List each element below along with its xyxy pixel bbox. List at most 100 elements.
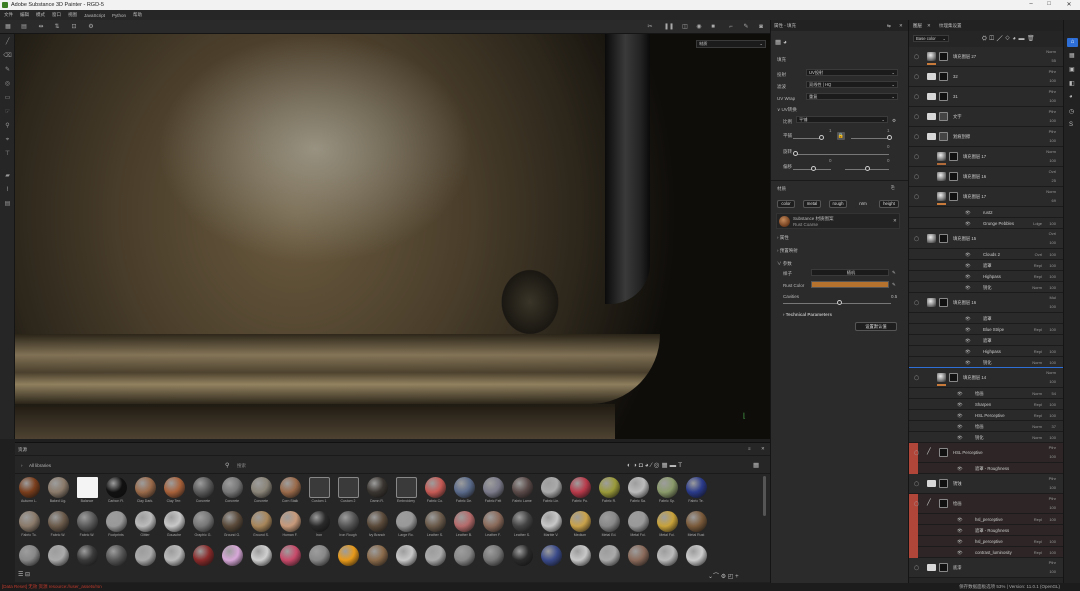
shader-icon[interactable]: ◧	[1069, 80, 1075, 87]
fill-tab-icons[interactable]: ▦ ◕	[775, 38, 787, 46]
layer-blend-mode[interactable]: Pthr	[1049, 109, 1056, 114]
tab-close-icon[interactable]: ✕	[927, 23, 931, 29]
material-thumbnail[interactable]	[222, 477, 243, 498]
layer-opacity[interactable]: 100	[1049, 413, 1056, 418]
material-thumbnail[interactable]	[396, 511, 417, 532]
visibility-toggle-icon[interactable]: ◯	[914, 194, 919, 200]
layer-effect-row[interactable]: 👁 遮罩	[909, 335, 1063, 346]
material-thumbnail[interactable]	[193, 477, 214, 498]
layer-blend-mode[interactable]: Norm	[1046, 149, 1056, 154]
layer-opacity[interactable]: 100	[1049, 550, 1056, 555]
layer-blend-mode[interactable]: Pthr	[1049, 445, 1056, 450]
layer-effect-row[interactable]: 👁 rust2	[909, 207, 1063, 218]
tile-slider-knob[interactable]	[819, 135, 824, 140]
material-thumbnail[interactable]	[686, 477, 707, 498]
layer-effect-row[interactable]: 👁 绘画 Norm 54	[909, 388, 1063, 399]
layer-opacity[interactable]: 100	[1049, 402, 1056, 407]
reset-icon[interactable]: ⚙	[892, 118, 896, 124]
layer-opacity[interactable]: 100	[1049, 274, 1056, 279]
layer-effect-row[interactable]: 👁 hsl_perceptive Repl 100	[909, 514, 1063, 525]
layer-opacity[interactable]: 100	[1049, 158, 1056, 163]
layer-opacity[interactable]: 100	[1049, 285, 1056, 290]
visibility-toggle-icon[interactable]: 👁	[965, 316, 971, 322]
visibility-toggle-icon[interactable]: 👁	[957, 517, 963, 523]
layer-effect-row[interactable]: 👁 Clouds 2 Ovrl 100	[909, 249, 1063, 260]
layer-row[interactable]: ◯ 填充图层 16 Ovrl 25	[909, 167, 1063, 187]
layer-row[interactable]: ◯ ╱ HSL Perceptive Pthr 100	[909, 443, 1063, 463]
layer-opacity[interactable]: 100	[1049, 349, 1056, 354]
layer-blend-mode[interactable]: Ovrl	[1049, 169, 1056, 174]
material-thumbnail[interactable]	[193, 511, 214, 532]
material-thumbnail[interactable]	[686, 545, 707, 566]
material-thumbnail[interactable]	[164, 477, 185, 498]
visibility-toggle-icon[interactable]: 👁	[957, 413, 963, 419]
visibility-toggle-icon[interactable]: 👁	[965, 327, 971, 333]
menu-help[interactable]: 帮助	[133, 12, 142, 18]
material-thumbnail[interactable]	[106, 511, 127, 532]
shelf-scrollbar[interactable]	[763, 476, 766, 516]
material-thumbnail[interactable]	[48, 511, 69, 532]
mask-icon[interactable]: ⌇	[3, 186, 12, 195]
brush-icon[interactable]: ╱	[3, 38, 12, 47]
tab-layers[interactable]: 图层	[913, 23, 922, 29]
layer-opacity[interactable]: 100	[1049, 221, 1056, 226]
preset-edit-icon[interactable]: ✎	[892, 270, 896, 276]
layer-mask-thumbnail[interactable]	[949, 172, 958, 181]
visibility-toggle-icon[interactable]: 👁	[965, 349, 971, 355]
layer-opacity[interactable]: 100	[1049, 539, 1056, 544]
visibility-toggle-icon[interactable]: ◯	[914, 94, 919, 100]
preset-dropdown[interactable]: 随机	[811, 269, 889, 276]
layer-effect-row[interactable]: 👁 HSL Perceptive Repl 100	[909, 410, 1063, 421]
layer-effect-row[interactable]: 👁 hsl_perceptive Repl 100	[909, 536, 1063, 547]
layer-blend-mode[interactable]: Repl	[1034, 274, 1042, 279]
layer-mask-thumbnail[interactable]	[939, 132, 948, 141]
layer-mask-thumbnail[interactable]	[939, 234, 948, 243]
material-thumbnail[interactable]	[454, 511, 475, 532]
layer-blend-mode[interactable]: Repl	[1034, 402, 1042, 407]
channel-nrm-button[interactable]: nrm	[855, 200, 871, 208]
layer-effect-row[interactable]: 👁 遮罩	[909, 313, 1063, 324]
material-thumbnail[interactable]	[628, 545, 649, 566]
layer-effect-row[interactable]: 👁 Grunge Pebbles Ldge 100	[909, 218, 1063, 229]
attributes-toggle[interactable]: › 属性	[777, 235, 789, 241]
layer-opacity[interactable]: 55	[1052, 58, 1056, 63]
material-thumbnail[interactable]	[106, 477, 127, 498]
layer-row[interactable]: ◯ 填充图层 15 Ovrl 100	[909, 229, 1063, 249]
layer-opacity[interactable]: 100	[1049, 435, 1056, 440]
grid-icon[interactable]: ▦	[4, 23, 12, 31]
layer-opacity[interactable]: 100	[1049, 360, 1056, 365]
visibility-toggle-icon[interactable]: 👁	[957, 402, 963, 408]
layer-row[interactable]: ◯ 填充图层 17 Norm 100	[909, 147, 1063, 167]
tile-slider-2-knob[interactable]	[887, 135, 892, 140]
menu-mode[interactable]: 模式	[36, 12, 45, 18]
tab-texture-set-settings[interactable]: 纹理集设置	[939, 23, 962, 29]
material-slot[interactable]: Substance 材质图案 Rust Coarse ✕	[776, 213, 900, 229]
material-thumbnail[interactable]	[135, 477, 156, 498]
material-thumbnail[interactable]	[425, 511, 446, 532]
layer-row[interactable]: ◯ 锈蚀 Pthr 100	[909, 474, 1063, 494]
polyfill-icon[interactable]: ▭	[3, 94, 12, 103]
panel-close-icon[interactable]: ✕	[899, 23, 903, 29]
material-thumbnail[interactable]	[338, 511, 359, 532]
layer-row[interactable]: ◯ 填充图层 16 Mul 100	[909, 293, 1063, 313]
visibility-toggle-icon[interactable]: ◯	[914, 565, 919, 571]
material-thumbnail[interactable]	[657, 511, 678, 532]
material-thumbnail[interactable]	[657, 545, 678, 566]
layer-actions-icons[interactable]: ⛭◫╱◇◕▬🗑	[982, 35, 1037, 43]
menu-javascript[interactable]: JavaScript	[84, 13, 105, 18]
parameters-toggle[interactable]: ∨ 参数	[777, 261, 792, 267]
grid-mode-icon[interactable]: ▤	[20, 23, 28, 31]
substance-icon[interactable]: S	[1069, 122, 1073, 128]
layer-blend-mode[interactable]: Repl	[1034, 539, 1042, 544]
history-icon[interactable]: ◷	[1069, 108, 1074, 115]
layer-mask-thumbnail[interactable]	[939, 298, 948, 307]
layer-effect-row[interactable]: 👁 遮罩 - Roughness	[909, 525, 1063, 536]
close-button[interactable]: ✕	[1062, 1, 1076, 8]
smudge-icon[interactable]: ☞	[3, 108, 12, 117]
layer-effect-row[interactable]: 👁 Blue Stripe Repl 100	[909, 324, 1063, 335]
offset-slider-2-knob[interactable]	[865, 166, 870, 171]
display-icon[interactable]: ▣	[1069, 66, 1075, 73]
material-thumbnail[interactable]	[396, 477, 417, 498]
technical-parameters-toggle[interactable]: › Technical Parameters	[783, 312, 832, 317]
layer-effect-row[interactable]: 👁 contrast_luminosity Repl 100	[909, 547, 1063, 558]
